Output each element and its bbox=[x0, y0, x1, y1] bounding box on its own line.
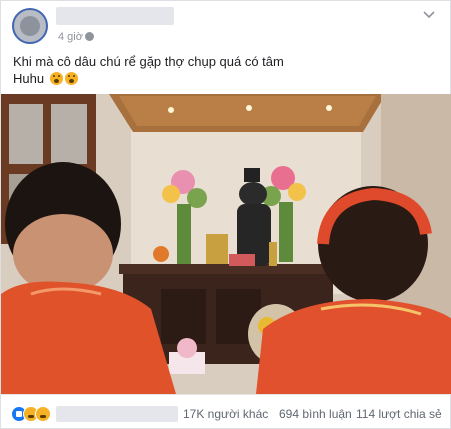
post-text-line-1: Khi mà cô dâu chú rể gặp thợ chụp quá có… bbox=[13, 54, 284, 69]
sad-icon bbox=[35, 406, 51, 422]
post-text-huhu: Huhu bbox=[13, 71, 45, 86]
post-text: Khi mà cô dâu chú rể gặp thợ chụp quá có… bbox=[13, 53, 433, 87]
facebook-post: 4 giờ Khi mà cô dâu chú rể gặp thợ chụp … bbox=[0, 0, 451, 429]
reactor-names-blurred[interactable] bbox=[56, 406, 178, 422]
wedding-altar-photo bbox=[1, 94, 451, 394]
crying-emoji-icon bbox=[64, 72, 78, 85]
post-footer: 17K người khác 694 bình luận 114 lượt ch… bbox=[1, 394, 451, 429]
reaction-count[interactable]: 17K người khác bbox=[183, 407, 268, 421]
post-timestamp[interactable]: 4 giờ bbox=[58, 31, 83, 43]
author-name-blurred[interactable] bbox=[56, 7, 174, 25]
share-count[interactable]: 114 lượt chia sẻ bbox=[356, 407, 442, 421]
avatar[interactable] bbox=[12, 8, 48, 44]
comment-count[interactable]: 694 bình luận bbox=[279, 407, 352, 421]
globe-icon bbox=[85, 32, 94, 41]
post-photo[interactable] bbox=[1, 94, 451, 394]
post-text-line-2: Huhu bbox=[13, 70, 433, 87]
chevron-down-icon[interactable] bbox=[422, 11, 436, 21]
crying-emoji-icon bbox=[49, 72, 63, 85]
